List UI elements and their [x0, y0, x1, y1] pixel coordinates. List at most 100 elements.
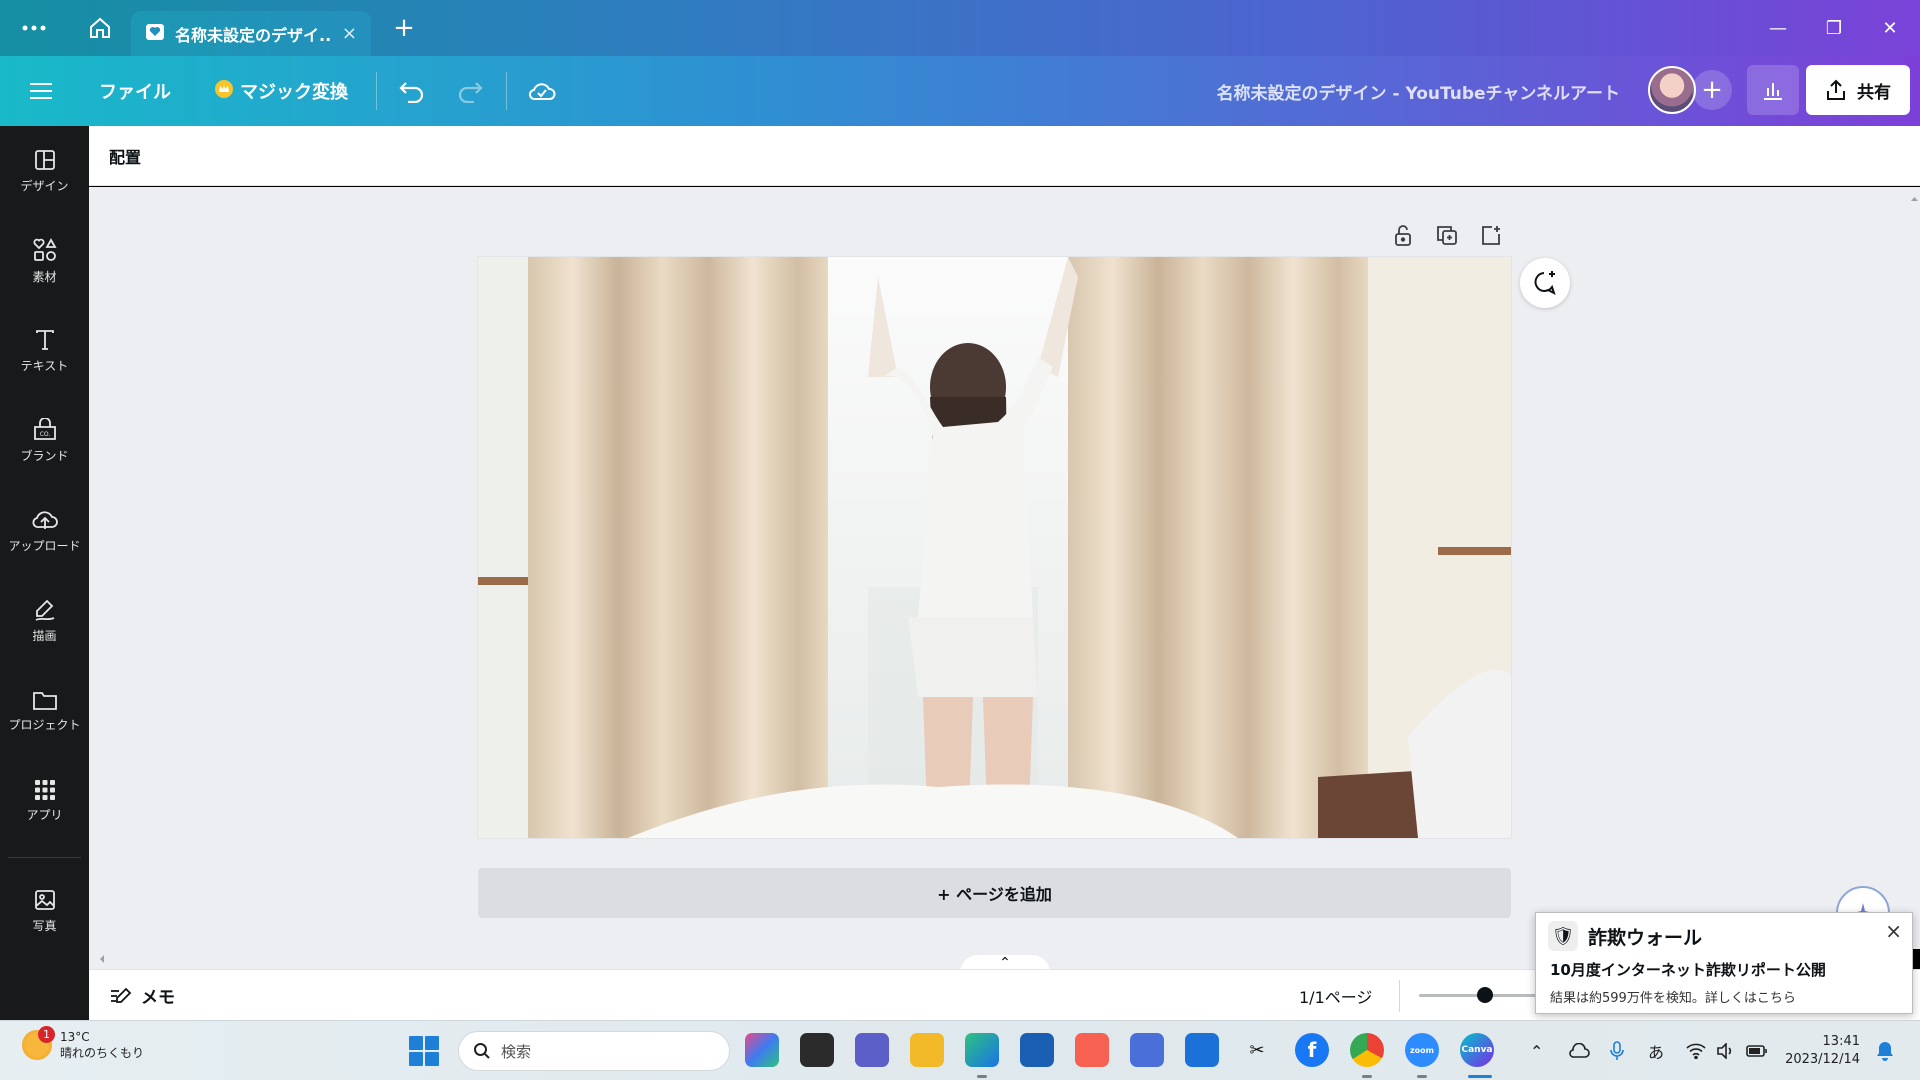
copilot-app-icon[interactable]	[745, 1033, 779, 1067]
cloud-save-button[interactable]	[527, 56, 557, 126]
home-icon[interactable]	[76, 8, 124, 48]
add-comment-button[interactable]	[1520, 258, 1570, 308]
document-title[interactable]: 名称未設定のデザイン - YouTubeチャンネルアート	[1130, 56, 1620, 126]
notification-app-name: 詐欺ウォール	[1588, 926, 1703, 949]
notification-toast[interactable]: 🛡 詐欺ウォール × 10月度インターネット詐欺リポート公開 結果は約599万件…	[1535, 912, 1913, 1014]
notification-bell-icon[interactable]	[1876, 1021, 1894, 1080]
notes-button[interactable]: メモ	[109, 970, 175, 1021]
taskbar-search-box[interactable]: 検索	[458, 1031, 730, 1071]
user-avatar[interactable]	[1648, 66, 1696, 114]
sidebar-item-projects[interactable]: プロジェクト	[0, 671, 89, 751]
design-icon	[34, 150, 55, 170]
scroll-up-icon	[1911, 197, 1918, 201]
file-menu-button[interactable]: ファイル	[99, 56, 171, 126]
battery-icon[interactable]	[1746, 1021, 1768, 1080]
sidebar-item-apps[interactable]: アプリ	[0, 761, 89, 841]
window-close-button[interactable]: ✕	[1862, 0, 1918, 56]
page-indicator[interactable]: 1/1ページ	[1299, 970, 1372, 1021]
sidebar-item-label: 写真	[32, 919, 57, 933]
tray-overflow-icon[interactable]: ⌃	[1530, 1021, 1543, 1080]
canva-app-icon[interactable]: Canva	[1460, 1033, 1494, 1067]
photo-woman-opening-curtains	[478, 257, 1511, 838]
new-tab-button[interactable]: +	[380, 8, 428, 48]
cloud-check-icon	[528, 83, 556, 100]
sidebar-item-label: プロジェクト	[8, 718, 81, 732]
zoom-app-icon[interactable]: zoom	[1405, 1033, 1439, 1067]
share-upload-icon	[1827, 79, 1845, 100]
add-collaborator-button[interactable]: +	[1692, 70, 1732, 110]
search-placeholder: 検索	[501, 1042, 532, 1061]
share-label: 共有	[1857, 82, 1891, 103]
whiteboard-app-icon[interactable]	[1185, 1033, 1219, 1067]
add-page-button[interactable]: + ページを追加	[478, 868, 1511, 918]
weather-sun-icon: 1	[22, 1026, 55, 1060]
undo-icon	[399, 82, 424, 103]
facebook-app-icon[interactable]: f	[1295, 1033, 1329, 1067]
comment-plus-icon	[1534, 271, 1556, 295]
microphone-icon[interactable]	[1610, 1021, 1624, 1080]
notification-title: 10月度インターネット詐欺リポート公開	[1550, 961, 1826, 979]
browser-menu-icon[interactable]	[10, 8, 58, 48]
notification-close-button[interactable]: ×	[1885, 919, 1902, 943]
zoom-slider-handle[interactable]	[1477, 987, 1493, 1003]
sidebar-item-label: ブランド	[20, 449, 69, 463]
undo-button[interactable]	[398, 56, 426, 126]
magic-switch-button[interactable]: マジック変換	[214, 56, 348, 126]
window-restore-button[interactable]: ❐	[1806, 0, 1862, 56]
red-app-icon[interactable]	[1075, 1033, 1109, 1067]
sidebar-item-upload[interactable]: アップロード	[0, 491, 89, 571]
sidebar-item-photos[interactable]: 写真	[0, 871, 89, 951]
clock-date: 2023/12/14	[1785, 1052, 1860, 1067]
duplicate-page-button[interactable]	[1434, 222, 1460, 248]
add-page-icon	[1482, 226, 1500, 245]
os-taskbar: 1 13°C 晴れのちくもり 検索 ✂ f zoom Canva ⌃ あ 13:…	[0, 1020, 1920, 1080]
ms-store-icon[interactable]	[1020, 1033, 1054, 1067]
sidebar-item-design[interactable]: デザイン	[0, 131, 89, 211]
tab-close-button[interactable]: ×	[342, 23, 357, 44]
search-icon	[474, 1043, 490, 1059]
clock-time: 13:41	[1822, 1034, 1860, 1049]
sidebar-item-label: アプリ	[26, 808, 63, 822]
lock-page-button[interactable]	[1390, 222, 1416, 248]
sidebar-item-text[interactable]: テキスト	[0, 311, 89, 391]
editor-toolbar: ファイル マジック変換 名称未設定のデザイン - YouTubeチャンネルアート…	[0, 56, 1920, 126]
task-view-icon[interactable]	[800, 1033, 834, 1067]
mail-app-icon[interactable]	[1130, 1033, 1164, 1067]
side-panel-nav: デザイン 素材 テキスト CO. ブランド アップロード 描画 プロジェクト ア…	[0, 126, 89, 1020]
window-minimize-button[interactable]: —	[1750, 0, 1806, 56]
sidebar-item-label: デザイン	[20, 179, 69, 193]
share-button[interactable]: 共有	[1806, 65, 1910, 115]
apps-icon	[34, 780, 55, 800]
windows-start-button[interactable]	[409, 1036, 439, 1066]
volume-icon[interactable]	[1716, 1021, 1736, 1080]
system-clock[interactable]: 13:41 2023/12/14	[1780, 1033, 1860, 1069]
edge-browser-icon[interactable]	[965, 1033, 999, 1067]
weather-widget[interactable]: 1 13°C 晴れのちくもり	[22, 1026, 144, 1061]
security-app-icon: 🛡	[1548, 921, 1578, 951]
tab-title: 名称未設定のデザイ...	[175, 25, 332, 45]
insights-button[interactable]	[1747, 65, 1799, 115]
wifi-icon[interactable]	[1686, 1021, 1706, 1080]
onedrive-cloud-icon[interactable]	[1568, 1021, 1590, 1080]
vertical-scrollbar[interactable]	[1909, 187, 1920, 949]
canva-favicon-icon	[145, 22, 165, 46]
scroll-left-icon	[100, 955, 104, 963]
arrange-button[interactable]: 配置	[109, 126, 141, 186]
sidebar-item-elements[interactable]: 素材	[0, 221, 89, 301]
add-page-top-button[interactable]	[1478, 222, 1504, 248]
brand-icon: CO.	[33, 418, 56, 440]
main-menu-button[interactable]	[30, 56, 54, 126]
sidebar-item-draw[interactable]: 描画	[0, 581, 89, 661]
browser-tab-active[interactable]: 名称未設定のデザイ... ×	[131, 11, 371, 56]
redo-button[interactable]	[456, 56, 484, 126]
duplicate-icon	[1437, 226, 1457, 245]
chrome-browser-icon[interactable]	[1350, 1033, 1384, 1067]
teams-app-icon[interactable]	[855, 1033, 889, 1067]
design-page[interactable]	[478, 257, 1511, 838]
sidebar-item-brand[interactable]: CO. ブランド	[0, 401, 89, 481]
capcut-app-icon[interactable]: ✂	[1240, 1033, 1274, 1067]
ime-mode-indicator[interactable]: あ	[1648, 1021, 1664, 1080]
file-explorer-icon[interactable]	[910, 1033, 944, 1067]
magic-switch-label: マジック変換	[240, 82, 348, 103]
svg-text:CO.: CO.	[39, 431, 50, 438]
